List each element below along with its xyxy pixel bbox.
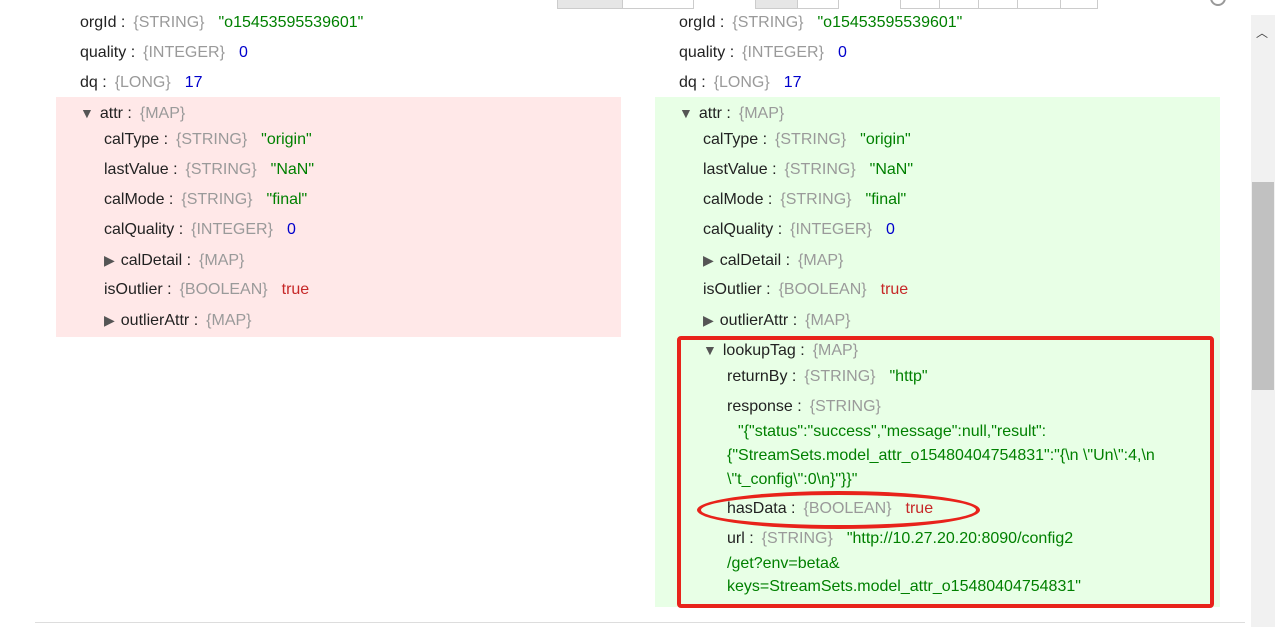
- field-quality: quality : {INTEGER} 0: [679, 44, 847, 61]
- field-caltype: calType : {STRING} "origin": [104, 131, 312, 148]
- field-caldetail[interactable]: ▶ calDetail : {MAP}: [703, 250, 843, 271]
- field-calquality: calQuality : {INTEGER} 0: [703, 221, 895, 238]
- toolbar-segment[interactable]: [978, 0, 1018, 9]
- expand-triangle-icon[interactable]: ▶: [104, 312, 115, 328]
- collapse-triangle-icon[interactable]: ▼: [679, 105, 693, 121]
- toolbar-segment[interactable]: [900, 0, 940, 9]
- field-lastvalue: lastValue : {STRING} "NaN": [104, 161, 315, 178]
- collapse-triangle-icon[interactable]: ▼: [80, 105, 94, 121]
- toolbar-segment[interactable]: [1017, 0, 1061, 9]
- highlight-ellipse: [697, 491, 980, 529]
- field-dq: dq : {LONG} 17: [80, 74, 203, 91]
- highlight-box: [677, 336, 1214, 608]
- toolbar-segment[interactable]: [557, 0, 623, 9]
- field-quality: quality : {INTEGER} 0: [80, 44, 248, 61]
- field-orgid: orgId : {STRING} "o15453595539601": [80, 14, 364, 31]
- field-attr[interactable]: ▼ attr : {MAP}: [679, 103, 784, 124]
- scrollbar-thumb[interactable]: [1252, 182, 1274, 390]
- field-outlierattr[interactable]: ▶ outlierAttr : {MAP}: [104, 310, 252, 331]
- toolbar-segment[interactable]: [622, 0, 694, 9]
- field-caltype: calType : {STRING} "origin": [703, 131, 911, 148]
- scroll-up-arrow-icon[interactable]: ︿: [1256, 24, 1268, 41]
- field-dq: dq : {LONG} 17: [679, 74, 802, 91]
- field-attr[interactable]: ▼ attr : {MAP}: [80, 103, 185, 124]
- expand-triangle-icon[interactable]: ▶: [703, 252, 714, 268]
- field-calquality: calQuality : {INTEGER} 0: [104, 221, 296, 238]
- field-calmode: calMode : {STRING} "final": [703, 191, 907, 208]
- field-lastvalue: lastValue : {STRING} "NaN": [703, 161, 914, 178]
- expand-triangle-icon[interactable]: ▶: [703, 312, 714, 328]
- expand-triangle-icon[interactable]: ▶: [104, 252, 115, 268]
- field-calmode: calMode : {STRING} "final": [104, 191, 308, 208]
- toolbar-segment[interactable]: [939, 0, 979, 9]
- field-isoutlier: isOutlier : {BOOLEAN} true: [104, 281, 310, 298]
- field-caldetail[interactable]: ▶ calDetail : {MAP}: [104, 250, 244, 271]
- field-orgid: orgId : {STRING} "o15453595539601": [679, 14, 963, 31]
- toolbar-segment[interactable]: [755, 0, 798, 9]
- toolbar-segment[interactable]: [1060, 0, 1098, 9]
- divider: [35, 622, 1245, 623]
- field-outlierattr[interactable]: ▶ outlierAttr : {MAP}: [703, 310, 851, 331]
- toolbar-segment[interactable]: [797, 0, 839, 9]
- field-isoutlier: isOutlier : {BOOLEAN} true: [703, 281, 909, 298]
